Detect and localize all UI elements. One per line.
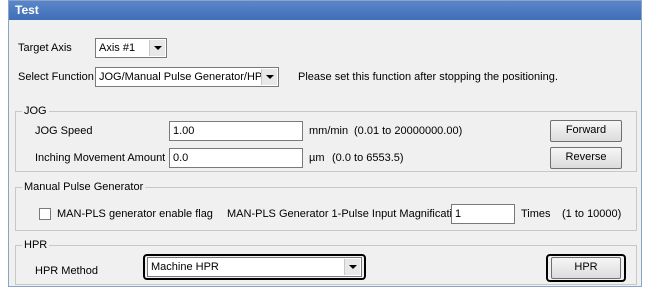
magnification-unit: Times — [521, 208, 551, 220]
hpr-method-value: Machine HPR — [151, 261, 219, 273]
manual-pulse-generator-title: Manual Pulse Generator — [22, 180, 146, 194]
hpr-group-title: HPR — [22, 238, 50, 252]
magnification-label: MAN-PLS Generator 1-Pulse Input Magnific… — [227, 208, 465, 220]
target-axis-select[interactable]: Axis #1 — [95, 38, 167, 58]
select-function-value: JOG/Manual Pulse Generator/HPR — [99, 71, 271, 83]
select-function-select[interactable]: JOG/Manual Pulse Generator/HPR — [95, 67, 279, 87]
magnification-input[interactable]: 1 — [451, 204, 515, 224]
chevron-down-icon[interactable] — [344, 259, 360, 275]
select-function-label: Select Function — [18, 71, 94, 83]
reverse-button[interactable]: Reverse — [550, 147, 622, 169]
target-axis-value: Axis #1 — [99, 42, 136, 54]
hpr-button[interactable]: HPR — [551, 257, 621, 279]
test-window: Test Target Axis Axis #1 Select Function… — [8, 0, 642, 287]
window-title: Test — [9, 1, 641, 20]
chevron-down-icon[interactable] — [261, 69, 277, 85]
inching-amount-unit: µm — [309, 152, 325, 164]
magnification-range: (1 to 10000) — [562, 208, 622, 220]
positioning-note: Please set this function after stopping … — [298, 71, 558, 83]
jog-speed-unit: mm/min — [309, 125, 349, 137]
inching-amount-input[interactable]: 0.0 — [169, 148, 303, 168]
target-axis-label: Target Axis — [18, 42, 72, 54]
jog-speed-range: (0.01 to 20000000.00) — [354, 125, 463, 137]
inching-amount-label: Inching Movement Amount — [35, 152, 166, 164]
hpr-method-select[interactable]: Machine HPR — [147, 257, 362, 277]
inching-amount-range: (0.0 to 6553.5) — [332, 152, 404, 164]
man-pls-enable-checkbox[interactable] — [39, 208, 51, 220]
man-pls-enable-label: MAN-PLS generator enable flag — [57, 208, 213, 220]
hpr-method-label: HPR Method — [35, 265, 98, 277]
chevron-down-icon[interactable] — [149, 40, 165, 56]
jog-group-title: JOG — [22, 104, 49, 118]
jog-speed-input[interactable]: 1.00 — [169, 121, 303, 141]
forward-button[interactable]: Forward — [550, 120, 622, 142]
jog-speed-label: JOG Speed — [35, 125, 93, 137]
